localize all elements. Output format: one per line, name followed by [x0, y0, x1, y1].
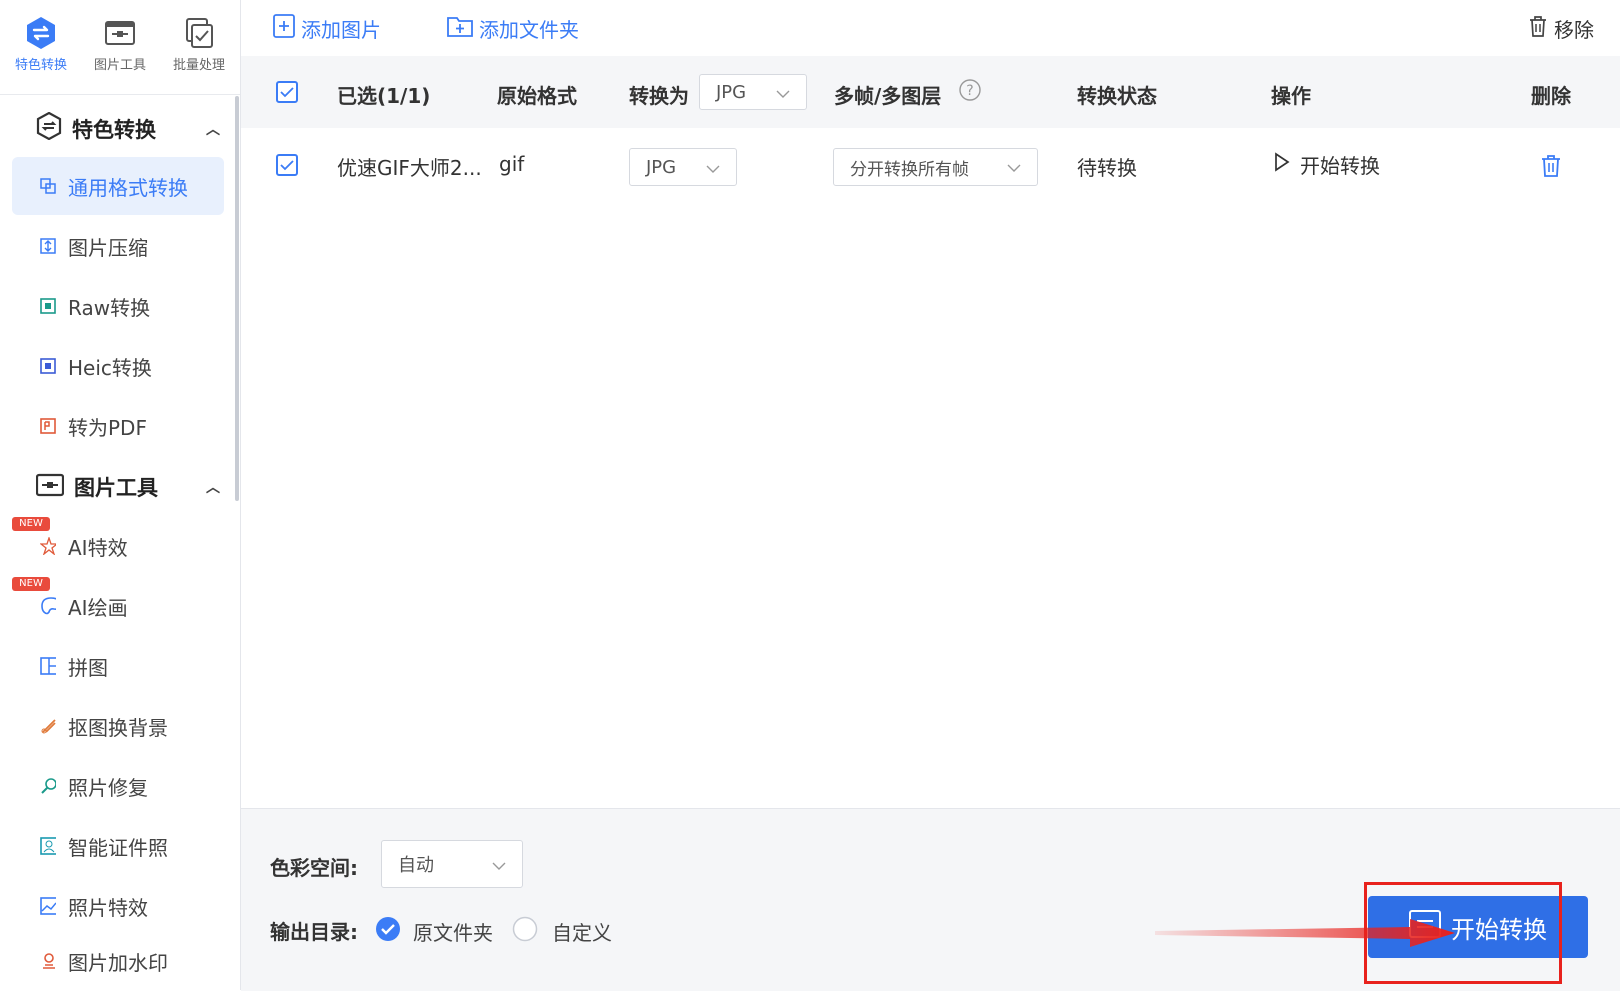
compress-icon — [40, 238, 56, 254]
format-convert-icon — [40, 178, 56, 194]
header-status: 转换状态 — [1077, 84, 1157, 108]
ai-paint-icon — [40, 597, 56, 615]
top-nav: 特色转换 图片工具 批量处理 — [0, 0, 240, 95]
radio-checked-icon — [375, 916, 401, 947]
select-all-checkbox[interactable] — [276, 81, 298, 103]
sidebar-item-label: 图片压缩 — [68, 235, 148, 260]
sidebar-item-raw[interactable]: Raw转换 — [12, 277, 224, 335]
target-format-select[interactable]: JPG — [629, 148, 737, 186]
sidebar-item-watermark[interactable]: 图片加水印 — [12, 932, 224, 990]
add-folder-icon — [447, 15, 473, 42]
row-status: 待转换 — [1077, 156, 1137, 180]
color-space-select[interactable]: 自动 — [381, 840, 523, 888]
topnav-special-convert[interactable]: 特色转换 — [2, 16, 80, 73]
swap-icon — [24, 16, 58, 50]
heic-icon — [40, 358, 56, 374]
collage-icon — [40, 657, 56, 675]
row-start-convert-button[interactable]: 开始转换 — [1274, 150, 1380, 179]
topnav-label: 批量处理 — [172, 58, 225, 73]
color-space-label: 色彩空间: — [270, 856, 358, 880]
sidebar-item-label: Heic转换 — [68, 355, 152, 380]
pdf-icon — [40, 418, 56, 434]
header-orig-format: 原始格式 — [497, 84, 577, 108]
id-photo-icon — [40, 837, 56, 855]
svg-text:?: ? — [966, 83, 973, 99]
sidebar-item-label: 通用格式转换 — [68, 175, 188, 200]
sidebar-item-label: 抠图换背景 — [68, 715, 168, 740]
header-convert-to: 转换为 — [629, 84, 689, 108]
output-custom-radio[interactable]: 自定义 — [512, 916, 612, 947]
batch-icon — [182, 16, 216, 50]
sidebar-item-collage[interactable]: 拼图 — [12, 637, 224, 695]
sidebar-scrollbar[interactable] — [235, 96, 239, 501]
add-image-button[interactable]: 添加图片 — [273, 14, 381, 43]
sidebar-item-ai-paint[interactable]: AI绘画 — [12, 577, 224, 635]
sidebar-item-label: 照片修复 — [68, 775, 148, 800]
add-folder-button[interactable]: 添加文件夹 — [447, 14, 579, 43]
frame-mode-select[interactable]: 分开转换所有帧 — [833, 148, 1038, 186]
output-dir-label: 输出目录: — [270, 920, 358, 944]
topnav-image-tools[interactable]: 图片工具 — [81, 16, 159, 73]
sidebar-item-pdf[interactable]: 转为PDF — [12, 397, 224, 455]
sidebar-item-cutout[interactable]: 抠图换背景 — [12, 697, 224, 755]
row-delete-icon[interactable] — [1540, 154, 1562, 182]
ai-effect-icon — [40, 537, 56, 555]
chevron-down-icon — [776, 82, 790, 103]
sidebar-item-label: 照片特效 — [68, 895, 148, 920]
chevron-down-icon — [1007, 157, 1021, 177]
header-selected: 已选(1/1) — [337, 84, 431, 108]
sidebar-item-format-convert[interactable]: 通用格式转换 — [12, 157, 224, 215]
sidebar-item-compress[interactable]: 图片压缩 — [12, 217, 224, 275]
row-checkbox[interactable] — [276, 154, 298, 176]
file-format: gif — [499, 152, 525, 176]
topnav-label: 特色转换 — [14, 58, 67, 73]
help-icon[interactable]: ? — [958, 78, 982, 106]
raw-icon — [40, 298, 56, 314]
add-image-icon — [273, 14, 295, 43]
section-title-image-tools[interactable]: 图片工具 ︿ — [35, 472, 220, 502]
header-delete: 删除 — [1531, 84, 1571, 108]
chevron-down-icon — [492, 854, 506, 875]
toolbar: 添加图片 添加文件夹 移除 — [241, 0, 1620, 56]
swap-outline-icon — [36, 111, 62, 145]
sidebar-item-photo-effect[interactable]: 照片特效 — [12, 877, 224, 935]
convert-to-all-select[interactable]: JPG — [699, 74, 807, 110]
remove-button[interactable]: 移除 — [1528, 14, 1594, 43]
topnav-label: 图片工具 — [93, 58, 146, 73]
repair-icon — [40, 778, 56, 794]
sidebar-item-label: AI特效 — [68, 535, 128, 560]
chevron-up-icon[interactable]: ︿ — [206, 119, 220, 139]
sidebar-item-label: Raw转换 — [68, 295, 151, 320]
trash-icon — [1528, 15, 1548, 42]
image-tool-outline-icon — [35, 473, 65, 502]
sidebar-item-ai-effect[interactable]: AI特效 — [12, 517, 224, 575]
file-name: 优速GIF大师2... — [337, 156, 482, 180]
chevron-up-icon[interactable]: ︿ — [206, 477, 220, 497]
sidebar-item-repair[interactable]: 照片修复 — [12, 757, 224, 815]
sidebar-item-id-photo[interactable]: 智能证件照 — [12, 817, 224, 875]
play-icon — [1274, 152, 1290, 177]
image-tool-icon — [103, 16, 137, 50]
sidebar-item-label: 拼图 — [68, 655, 108, 680]
header-multiframe: 多帧/多图层 — [834, 84, 942, 108]
chevron-down-icon — [706, 157, 720, 178]
topnav-batch[interactable]: 批量处理 — [160, 16, 238, 73]
pointer-arrow — [1155, 919, 1455, 947]
sidebar-item-heic[interactable]: Heic转换 — [12, 337, 224, 395]
sidebar-item-label: 智能证件照 — [68, 835, 168, 860]
section-title-special[interactable]: 特色转换 ︿ — [36, 111, 220, 145]
sidebar-item-label: 图片加水印 — [68, 950, 168, 975]
table-header: 已选(1/1) 原始格式 转换为 JPG 多帧/多图层 ? 转换状态 操作 删除 — [241, 56, 1620, 128]
cutout-icon — [40, 718, 56, 734]
watermark-icon — [40, 953, 56, 969]
output-original-radio[interactable]: 原文件夹 — [375, 916, 493, 947]
table-row: 优速GIF大师2... gif JPG 分开转换所有帧 待转换 开始转换 — [241, 128, 1620, 208]
radio-unchecked-icon — [512, 916, 538, 947]
sidebar-item-label: 转为PDF — [68, 415, 147, 440]
header-action: 操作 — [1271, 84, 1311, 108]
photo-effect-icon — [40, 897, 56, 915]
sidebar-item-label: AI绘画 — [68, 595, 128, 620]
